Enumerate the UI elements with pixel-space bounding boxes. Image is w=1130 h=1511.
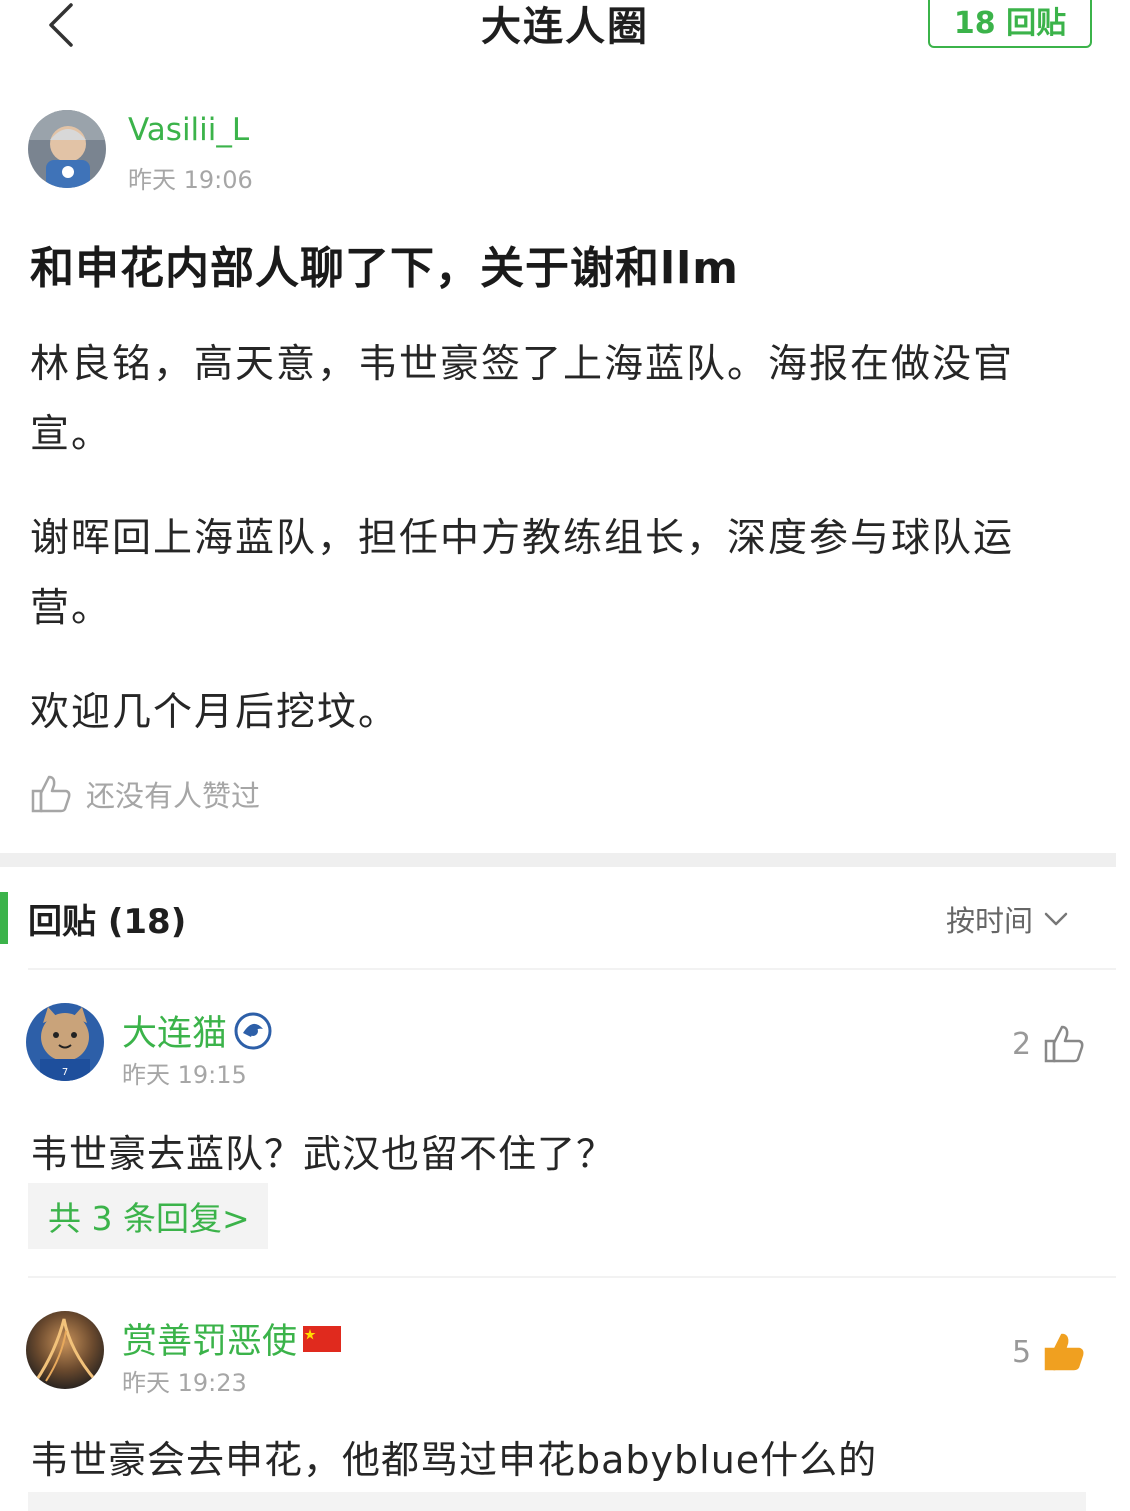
svg-text:7: 7 xyxy=(62,1067,68,1078)
replies-title: 回贴 (18) xyxy=(28,902,187,942)
post-like-row: 还没有人赞过 xyxy=(30,770,260,818)
section-divider xyxy=(0,853,1116,867)
avatar[interactable] xyxy=(28,110,106,188)
reply-timestamp: 昨天 19:23 xyxy=(122,1369,247,1397)
sub-replies-button[interactable]: 共 3 条回复> xyxy=(28,1183,268,1249)
post-body: 林良铭，高天意，韦世豪签了上海蓝队。海报在做没官宣。 谢晖回上海蓝队，担任中方教… xyxy=(30,330,1070,782)
reply-like-button[interactable]: 2 xyxy=(1012,1023,1085,1065)
reply-author-label: 大连猫 xyxy=(122,1014,228,1054)
reply-author-label: 赏善罚恶使 xyxy=(122,1322,298,1362)
like-count: 5 xyxy=(1012,1334,1032,1370)
divider xyxy=(28,1276,1116,1278)
post-author: Vasilii_L 昨天 19:06 xyxy=(28,110,728,194)
sort-label: 按时间 xyxy=(946,904,1034,938)
reply-count-button[interactable]: 18 回贴 xyxy=(928,0,1092,48)
like-status-text: 还没有人赞过 xyxy=(86,779,261,813)
replies-header: 回贴 (18) 按时间 xyxy=(0,890,1130,946)
reply-item: 7 大连猫 昨天 19:15 2 韦世豪去蓝队？武汉也留不住了？ 共 3 条回复… xyxy=(0,1003,1130,1253)
avatar[interactable]: 7 xyxy=(26,1003,104,1081)
reply-timestamp: 昨天 19:15 xyxy=(122,1061,247,1089)
top-nav-bar: 大连人圈 18 回贴 xyxy=(0,0,1130,70)
chevron-down-icon xyxy=(1044,912,1068,926)
reply-content: 韦世豪去蓝队？武汉也留不住了？ xyxy=(30,1132,616,1176)
like-count: 2 xyxy=(1012,1026,1032,1062)
section-accent-bar xyxy=(0,892,8,944)
post-paragraph: 欢迎几个月后挖坟。 xyxy=(30,690,400,735)
reply-item: 赏善罚恶使 昨天 19:23 5 韦世豪会去申花，他都骂过申花babyblue什… xyxy=(0,1311,1130,1491)
reply-content: 韦世豪会去申花，他都骂过申花babyblue什么的 xyxy=(30,1438,878,1482)
post-paragraph: 林良铭，高天意，韦世豪签了上海蓝队。海报在做没官宣。 xyxy=(30,342,1015,457)
thumbs-up-icon xyxy=(1044,1025,1084,1063)
post-timestamp: 昨天 19:06 xyxy=(128,166,253,194)
post-title: 和申花内部人聊了下，关于谢和llm xyxy=(30,243,740,294)
sub-replies-strip xyxy=(28,1492,1086,1511)
thumbs-up-icon[interactable] xyxy=(30,773,72,815)
author-name[interactable]: Vasilii_L xyxy=(128,112,249,148)
thumbs-up-icon xyxy=(1044,1333,1084,1371)
sort-dropdown[interactable]: 按时间 xyxy=(946,898,1069,940)
china-flag-icon xyxy=(303,1325,342,1352)
team-badge-icon xyxy=(234,1012,272,1049)
reply-author-name[interactable]: 赏善罚恶使 xyxy=(122,1313,342,1364)
divider xyxy=(28,968,1116,970)
avatar[interactable] xyxy=(26,1311,104,1389)
post-paragraph: 谢晖回上海蓝队，担任中方教练组长，深度参与球队运营。 xyxy=(30,516,1015,631)
reply-author-name[interactable]: 大连猫 xyxy=(122,1005,273,1056)
reply-like-button[interactable]: 5 xyxy=(1012,1331,1085,1373)
